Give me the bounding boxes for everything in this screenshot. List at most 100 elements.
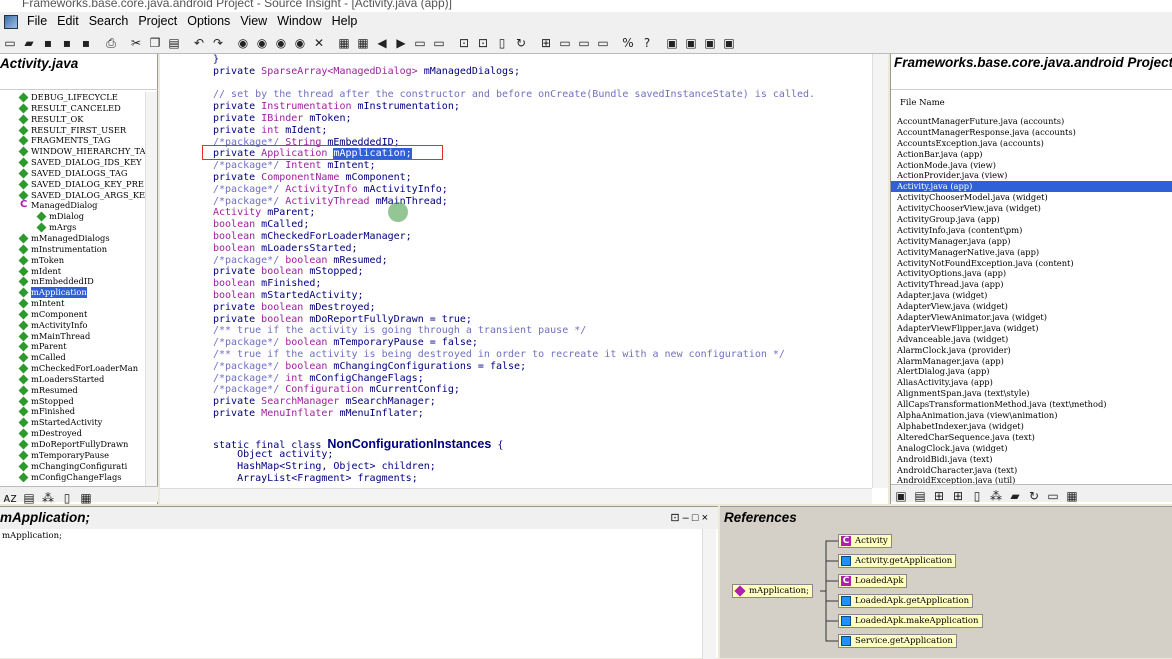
- code-line[interactable]: boolean mCheckedForLoaderManager;: [213, 231, 412, 243]
- symbol-item[interactable]: mManagedDialogs: [0, 233, 145, 244]
- copy-icon[interactable]: ❐: [147, 35, 163, 51]
- code-line[interactable]: private boolean mStopped;: [213, 266, 364, 278]
- code-line[interactable]: private boolean mDoReportFullyDrawn = tr…: [213, 314, 472, 326]
- file-item[interactable]: AlarmClock.java (provider): [891, 345, 1172, 356]
- book-icon[interactable]: ▯: [969, 488, 985, 504]
- folder-icon[interactable]: ▰: [1007, 488, 1023, 504]
- symbol-item[interactable]: mDoReportFullyDrawn: [0, 439, 145, 450]
- layout4-icon[interactable]: ▭: [595, 35, 611, 51]
- cut-icon[interactable]: ✂: [128, 35, 144, 51]
- file-item[interactable]: ActivityInfo.java (content\pm): [891, 225, 1172, 236]
- code-area[interactable]: } private SparseArray<ManagedDialog> mMan…: [160, 54, 872, 488]
- reference-root-node[interactable]: mApplication;: [732, 584, 813, 598]
- menu-file[interactable]: File: [22, 12, 52, 30]
- file-item[interactable]: ActivityManager.java (app): [891, 236, 1172, 247]
- menu-view[interactable]: View: [235, 12, 272, 30]
- code-line[interactable]: private Instrumentation mInstrumentation…: [213, 101, 460, 113]
- code-line[interactable]: private SearchManager mSearchManager;: [213, 396, 436, 408]
- file-item[interactable]: AlignmentSpan.java (text\style): [891, 388, 1172, 399]
- symbol-item[interactable]: mIntent: [0, 298, 145, 309]
- file-item[interactable]: ActivityOptions.java (app): [891, 268, 1172, 279]
- symbol-item[interactable]: mCalled: [0, 352, 145, 363]
- file-item[interactable]: ActivityChooserView.java (widget): [891, 203, 1172, 214]
- file-item[interactable]: ActionMode.java (view): [891, 160, 1172, 171]
- file-item[interactable]: AndroidBidi.java (text): [891, 454, 1172, 465]
- symbol-item[interactable]: mLoadersStarted: [0, 374, 145, 385]
- menu-edit[interactable]: Edit: [52, 12, 84, 30]
- code-line[interactable]: private int mIdent;: [213, 125, 327, 137]
- symbol-item[interactable]: RESULT_FIRST_USER: [0, 125, 145, 136]
- menu-search[interactable]: Search: [84, 12, 134, 30]
- help-icon[interactable]: ?: [639, 35, 655, 51]
- file-item[interactable]: Advanceable.java (widget): [891, 334, 1172, 345]
- symbol-item[interactable]: mDestroyed: [0, 428, 145, 439]
- syntax-icon[interactable]: %: [620, 35, 636, 51]
- redo-icon[interactable]: ↷: [210, 35, 226, 51]
- file-item[interactable]: ActionProvider.java (view): [891, 170, 1172, 181]
- file-item[interactable]: AlarmManager.java (app): [891, 356, 1172, 367]
- menu-options[interactable]: Options: [182, 12, 235, 30]
- code-line[interactable]: private IBinder mToken;: [213, 113, 352, 125]
- reference-function-node[interactable]: Activity.getApplication: [838, 554, 957, 568]
- file-item[interactable]: AdapterViewFlipper.java (widget): [891, 323, 1172, 334]
- reference-class-node[interactable]: C Activity: [838, 534, 892, 548]
- float-icon[interactable]: ⊡: [670, 512, 679, 524]
- layout2-icon[interactable]: ▭: [557, 35, 573, 51]
- code-line[interactable]: private ComponentName mComponent;: [213, 172, 412, 184]
- file-item[interactable]: AlphaAnimation.java (view\animation): [891, 410, 1172, 421]
- symbol-item[interactable]: DEBUG_LIFECYCLE: [0, 92, 145, 103]
- symbol-item[interactable]: SAVED_DIALOG_IDS_KEY: [0, 157, 145, 168]
- code-line[interactable]: private boolean mDestroyed;: [213, 302, 376, 314]
- symbol-item[interactable]: RESULT_OK: [0, 114, 145, 125]
- file-filter-input[interactable]: [891, 74, 1172, 90]
- menu-window[interactable]: Window: [272, 12, 326, 30]
- app-icon[interactable]: [4, 15, 18, 29]
- reference-function-node[interactable]: LoadedApk.makeApplication: [838, 614, 983, 628]
- maximize-icon[interactable]: □: [692, 512, 699, 524]
- groups-icon[interactable]: ⁂: [988, 488, 1004, 504]
- context-scrollbar[interactable]: [702, 529, 716, 659]
- go-line-icon[interactable]: ▭: [431, 35, 447, 51]
- save-all-icon[interactable]: ▪: [59, 35, 75, 51]
- file-item[interactable]: AccountManagerResponse.java (accounts): [891, 127, 1172, 138]
- window-icon[interactable]: ▭: [1045, 488, 1061, 504]
- symbols-icon[interactable]: ▤: [912, 488, 928, 504]
- editor-horizontal-scrollbar[interactable]: [160, 488, 872, 504]
- file-item[interactable]: ActivityNotFoundException.java (content): [891, 258, 1172, 269]
- sort-az-icon[interactable]: ᴀz: [2, 490, 18, 506]
- book-icon[interactable]: ▯: [59, 490, 75, 506]
- symbol-item[interactable]: mDialog: [0, 211, 145, 222]
- project-window-icon[interactable]: ▣: [721, 35, 737, 51]
- symbol-item[interactable]: mStartedActivity: [0, 417, 145, 428]
- file-item[interactable]: Activity.java (app): [891, 181, 1172, 193]
- code-line[interactable]: /** true if the activity is being destro…: [213, 349, 785, 361]
- file-item[interactable]: AdapterViewAnimator.java (widget): [891, 312, 1172, 323]
- symbol-item[interactable]: mTemporaryPause: [0, 450, 145, 461]
- file-name-column-header[interactable]: File Name: [891, 94, 1172, 110]
- replace-icon[interactable]: ✕: [311, 35, 327, 51]
- symbol-item[interactable]: SAVED_DIALOG_KEY_PRE: [0, 179, 145, 190]
- file-item[interactable]: AccountsException.java (accounts): [891, 138, 1172, 149]
- save-icon[interactable]: ▪: [40, 35, 56, 51]
- symbol-item[interactable]: mResumed: [0, 385, 145, 396]
- file-item[interactable]: AnalogClock.java (widget): [891, 443, 1172, 454]
- code-line[interactable]: /*package*/ int mConfigChangeFlags;: [213, 373, 424, 385]
- code-line[interactable]: boolean mCalled;: [213, 219, 309, 231]
- file-item[interactable]: AdapterView.java (widget): [891, 301, 1172, 312]
- code-line[interactable]: }: [213, 54, 219, 66]
- file-item[interactable]: AlteredCharSequence.java (text): [891, 432, 1172, 443]
- symbol-window-icon[interactable]: ▣: [702, 35, 718, 51]
- file-item[interactable]: ActivityChooserModel.java (widget): [891, 192, 1172, 203]
- file-item[interactable]: AndroidException.java (util): [891, 475, 1172, 484]
- find-icon[interactable]: ◉: [235, 35, 251, 51]
- search-files-icon[interactable]: ◉: [292, 35, 308, 51]
- code-line[interactable]: Activity mParent;: [213, 207, 315, 219]
- bookmarks-icon[interactable]: ▦: [355, 35, 371, 51]
- find-next-icon[interactable]: ◉: [254, 35, 270, 51]
- file-list-icon[interactable]: ▣: [893, 488, 909, 504]
- symbol-list-scrollbar[interactable]: [145, 92, 157, 492]
- file-item[interactable]: ActivityManagerNative.java (app): [891, 247, 1172, 258]
- open-folder-icon[interactable]: ▰: [21, 35, 37, 51]
- forward-icon[interactable]: ▶: [393, 35, 409, 51]
- file-item[interactable]: ActionBar.java (app): [891, 149, 1172, 160]
